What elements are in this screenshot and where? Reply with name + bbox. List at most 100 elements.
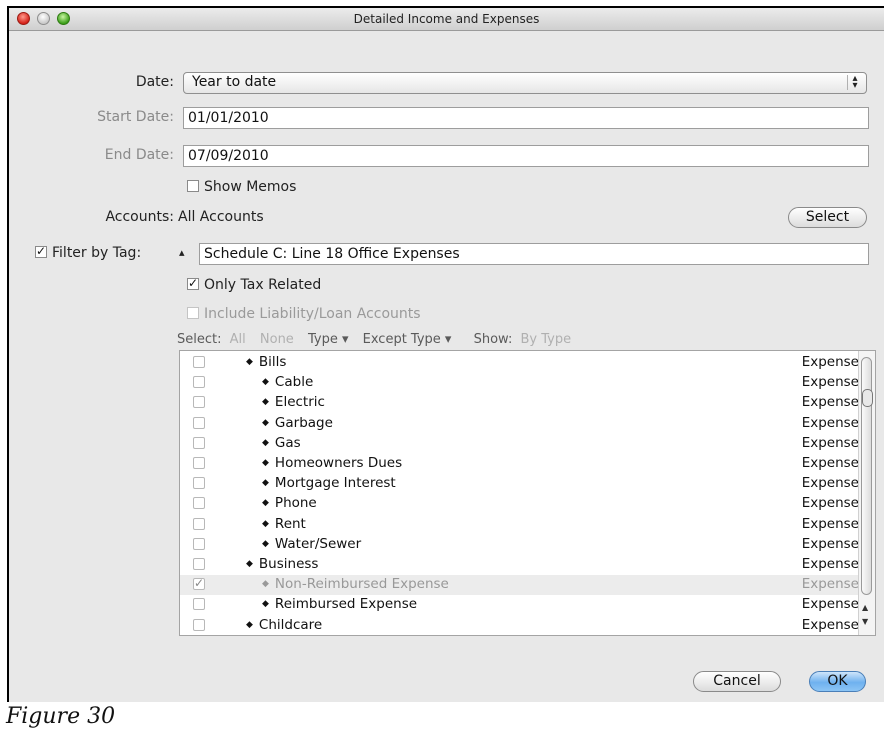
bullet-icon: ◆ xyxy=(262,518,269,529)
account-row[interactable]: ◆ Mortgage Interest Expense xyxy=(180,474,859,494)
account-list[interactable]: ◆ Bills Expense ◆ Cable Expense ◆ Electric Expen… xyxy=(179,350,876,636)
account-row[interactable]: ◆ Non-Reimbursed Expense Expense xyxy=(180,575,859,596)
account-type: Expense xyxy=(801,394,859,411)
account-name: ◆ Mortgage Interest xyxy=(262,475,396,491)
show-memos-checkbox[interactable]: Show Memos xyxy=(187,179,296,195)
account-checkbox[interactable] xyxy=(193,598,205,611)
bullet-icon: ◆ xyxy=(262,498,269,509)
account-name: ◆ Phone xyxy=(262,495,317,511)
checkbox-icon xyxy=(187,307,199,319)
account-name-text: Gas xyxy=(274,434,301,451)
account-checkbox[interactable] xyxy=(193,537,205,550)
accounts-value: All Accounts xyxy=(178,209,264,225)
account-name-text: Rent xyxy=(274,515,306,532)
title-bar: Detailed Income and Expenses xyxy=(9,8,884,31)
vertical-scrollbar[interactable]: ▲ ▼ xyxy=(858,351,875,635)
cancel-button[interactable]: Cancel xyxy=(693,671,781,692)
account-type: Expense xyxy=(801,596,859,613)
account-name-text: Mortgage Interest xyxy=(274,475,396,492)
scrollbar-thumb[interactable] xyxy=(862,389,873,407)
account-checkbox[interactable] xyxy=(193,618,205,631)
account-name: ◆ Childcare xyxy=(246,617,322,633)
account-checkbox[interactable] xyxy=(193,576,205,591)
account-checkbox[interactable] xyxy=(193,356,205,368)
account-checkbox[interactable] xyxy=(193,517,205,530)
account-row[interactable]: ◆ Phone Expense xyxy=(180,494,859,514)
account-type: Expense xyxy=(801,455,859,471)
account-name: ◆ Reimbursed Expense xyxy=(262,596,417,612)
account-name: ◆ Rent xyxy=(262,516,306,532)
filter-by-tag-checkbox[interactable]: Filter by Tag: xyxy=(35,245,141,261)
account-type: Expense xyxy=(801,414,859,431)
account-name: ◆ Business xyxy=(246,556,318,572)
account-type: Expense xyxy=(801,535,859,552)
account-type: Expense xyxy=(801,354,859,370)
checkbox-checked-icon xyxy=(187,278,199,290)
account-name-text: Business xyxy=(258,556,319,572)
account-type: Expense xyxy=(801,616,859,633)
except-type-menu[interactable]: Except Type ▾ xyxy=(363,332,452,347)
scroll-down-arrow-icon[interactable]: ▼ xyxy=(862,617,868,626)
account-row[interactable]: ◆ Business Expense xyxy=(180,555,859,575)
only-tax-related-label: Only Tax Related xyxy=(204,277,322,293)
account-name: ◆ Non-Reimbursed Expense xyxy=(262,576,449,592)
bullet-icon: ◆ xyxy=(246,559,253,569)
account-type: Expense xyxy=(801,374,859,391)
account-checkbox[interactable] xyxy=(193,497,205,510)
account-checkbox[interactable] xyxy=(193,396,205,409)
account-checkbox[interactable] xyxy=(193,376,205,389)
account-checkbox[interactable] xyxy=(193,477,205,490)
account-row[interactable]: ◆ Water/Sewer Expense xyxy=(180,535,859,555)
ok-button[interactable]: OK xyxy=(809,671,866,692)
scroll-up-arrow-icon[interactable]: ▲ xyxy=(862,603,868,612)
account-row[interactable]: ◆ Electric Expense xyxy=(180,393,859,413)
account-name: ◆ Garbage xyxy=(262,415,333,431)
account-name-text: Reimbursed Expense xyxy=(274,596,418,613)
accounts-label: Accounts: xyxy=(105,209,174,225)
account-row[interactable]: ◆ Rent Expense xyxy=(180,515,859,535)
tag-filter-field[interactable]: Schedule C: Line 18 Office Expenses xyxy=(199,243,869,265)
select-label: Select: xyxy=(177,332,222,347)
account-name-text: Electric xyxy=(274,394,325,411)
select-type-menu[interactable]: Type ▾ xyxy=(308,332,349,347)
account-name: ◆ Gas xyxy=(262,435,301,451)
account-row[interactable]: ◆ Reimbursed Expense Expense xyxy=(180,595,859,615)
account-row[interactable]: ◆ Homeowners Dues Expense xyxy=(180,454,859,474)
account-name-text: Childcare xyxy=(258,616,323,633)
account-checkbox[interactable] xyxy=(193,558,205,570)
account-checkbox[interactable] xyxy=(193,436,205,449)
select-all-link[interactable]: All xyxy=(230,332,246,347)
account-type: Expense xyxy=(801,495,859,512)
tag-popup-arrows-icon[interactable]: ▴ xyxy=(179,246,185,259)
account-row[interactable]: ◆ Gas Expense xyxy=(180,434,859,454)
start-date-field[interactable]: 01/01/2010 xyxy=(183,107,869,129)
account-row[interactable]: ◆ Garbage Expense xyxy=(180,414,859,434)
account-name: ◆ Homeowners Dues xyxy=(262,455,402,471)
select-none-link[interactable]: None xyxy=(260,332,294,347)
start-date-label: Start Date: xyxy=(97,109,174,125)
account-name-text: Cable xyxy=(274,374,314,391)
select-accounts-button[interactable]: Select xyxy=(788,207,867,228)
account-row[interactable]: ◆ Bills Expense xyxy=(180,353,859,373)
account-type: Expense xyxy=(801,576,859,593)
include-liability-checkbox[interactable]: Include Liability/Loan Accounts xyxy=(187,306,421,322)
bullet-icon: ◆ xyxy=(262,579,269,590)
account-name: ◆ Electric xyxy=(262,394,325,410)
account-name-text: Garbage xyxy=(274,414,333,431)
filter-by-tag-label: Filter by Tag: xyxy=(52,245,142,261)
only-tax-related-checkbox[interactable]: Only Tax Related xyxy=(187,277,321,293)
date-range-popup[interactable]: Year to date ▴ ▾ xyxy=(183,72,867,94)
checkbox-icon xyxy=(187,180,199,192)
popup-arrows-icon: ▴ ▾ xyxy=(847,74,862,91)
account-row[interactable]: ◆ Childcare Expense xyxy=(180,616,859,635)
bullet-icon: ◆ xyxy=(262,437,269,448)
account-type: Expense xyxy=(801,515,859,532)
account-checkbox[interactable] xyxy=(193,457,205,469)
account-name-text: Homeowners Dues xyxy=(274,455,403,471)
window-title: Detailed Income and Expenses xyxy=(353,12,540,26)
account-row[interactable]: ◆ Cable Expense xyxy=(180,373,859,393)
end-date-field[interactable]: 07/09/2010 xyxy=(183,145,869,167)
show-by-type-menu[interactable]: By Type xyxy=(520,332,571,347)
account-checkbox[interactable] xyxy=(193,416,205,429)
account-name-text: Non-Reimbursed Expense xyxy=(274,576,449,593)
